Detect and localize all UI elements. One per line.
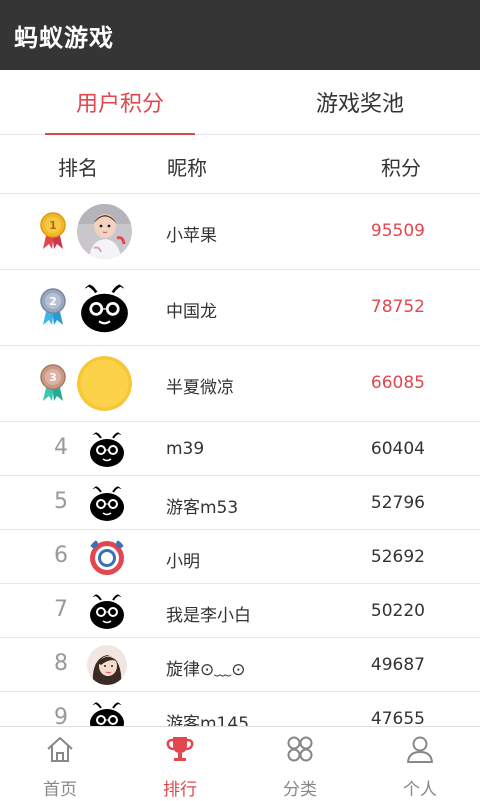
gold-medal-icon: 1 bbox=[40, 212, 66, 249]
nav-ranking[interactable]: 排行 bbox=[120, 727, 240, 801]
avatar bbox=[77, 204, 132, 259]
leaderboard-row[interactable]: 5 游客m53 52796 bbox=[0, 476, 480, 530]
score-value: 47655 bbox=[370, 709, 425, 726]
medal-rank-label: 3 bbox=[49, 371, 57, 384]
medal-rank-label: 2 bbox=[49, 295, 57, 308]
nickname-column-header: 昵称 bbox=[167, 156, 207, 180]
nickname: 小明 bbox=[166, 552, 200, 572]
person-icon bbox=[407, 736, 433, 763]
avatar bbox=[87, 537, 127, 577]
score-value: 49687 bbox=[370, 655, 425, 675]
nickname: m39 bbox=[166, 439, 205, 459]
rank-number: 9 bbox=[54, 705, 68, 726]
score-value: 66085 bbox=[370, 373, 425, 393]
nickname: 游客m53 bbox=[166, 498, 239, 518]
leaderboard-row[interactable]: 1 小苹果 95509 bbox=[0, 194, 480, 270]
tab-game-pool[interactable]: 游戏奖池 bbox=[240, 70, 480, 134]
nickname: 旋律⊙﹏⊙ bbox=[166, 660, 246, 680]
score-column-header: 积分 bbox=[381, 156, 421, 180]
leaderboard-row[interactable]: 9 游客m145 47655 bbox=[0, 692, 480, 726]
score-value: 95509 bbox=[370, 221, 425, 241]
rank-number: 6 bbox=[54, 543, 68, 568]
column-header: 排名 昵称 积分 bbox=[0, 135, 480, 194]
home-icon bbox=[47, 737, 73, 762]
nickname: 游客m145 bbox=[166, 714, 250, 726]
nickname: 半夏微凉 bbox=[166, 378, 234, 398]
leaderboard-row[interactable]: 4 m39 60404 bbox=[0, 422, 480, 476]
avatar bbox=[87, 429, 127, 469]
score-value: 60404 bbox=[370, 439, 425, 459]
bottom-navigation: 首页 排行 分类 个人 bbox=[0, 726, 480, 801]
tab-bar: 用户积分 游戏奖池 bbox=[0, 70, 480, 135]
nav-profile-label: 个人 bbox=[403, 780, 437, 800]
nickname: 中国龙 bbox=[166, 302, 217, 322]
rank-number: 7 bbox=[54, 597, 68, 622]
score-value: 50220 bbox=[370, 601, 425, 621]
nav-profile[interactable]: 个人 bbox=[360, 727, 480, 801]
leaderboard-row[interactable]: 2 中国龙 78752 bbox=[0, 270, 480, 346]
app-title: 蚂蚁游戏 bbox=[14, 23, 114, 52]
avatar bbox=[87, 645, 127, 685]
leaderboard-row[interactable]: 8 旋律⊙﹏⊙ 49687 bbox=[0, 638, 480, 692]
tab-user-points[interactable]: 用户积分 bbox=[0, 70, 240, 135]
nav-category[interactable]: 分类 bbox=[240, 727, 360, 801]
nav-category-label: 分类 bbox=[283, 780, 317, 800]
leaderboard-row[interactable]: 6 小明 52692 bbox=[0, 530, 480, 584]
rank-number: 5 bbox=[54, 489, 68, 514]
avatar bbox=[77, 356, 132, 411]
bronze-medal-icon: 3 bbox=[40, 364, 66, 401]
nickname: 我是李小白 bbox=[166, 606, 251, 626]
rank-number: 4 bbox=[54, 435, 68, 460]
category-icon bbox=[287, 736, 313, 762]
leaderboard-row[interactable]: 3 半夏微凉 66085 bbox=[0, 346, 480, 422]
score-value: 78752 bbox=[370, 297, 425, 317]
avatar bbox=[87, 699, 127, 726]
leaderboard-list[interactable]: 1 小苹果 95509 2 中国龙 78752 3 半夏微凉 66085 4 m… bbox=[0, 194, 480, 726]
nav-ranking-label: 排行 bbox=[163, 780, 197, 800]
silver-medal-icon: 2 bbox=[40, 288, 66, 325]
trophy-icon bbox=[166, 737, 194, 761]
medal-rank-label: 1 bbox=[49, 219, 57, 232]
avatar bbox=[87, 591, 127, 631]
nickname: 小苹果 bbox=[166, 226, 217, 246]
score-value: 52692 bbox=[370, 547, 425, 567]
score-value: 52796 bbox=[370, 493, 425, 513]
leaderboard-row[interactable]: 7 我是李小白 50220 bbox=[0, 584, 480, 638]
avatar bbox=[77, 280, 132, 335]
rank-column-header: 排名 bbox=[58, 156, 98, 180]
app-header: 蚂蚁游戏 bbox=[0, 0, 480, 70]
nav-home[interactable]: 首页 bbox=[0, 727, 120, 801]
nav-home-label: 首页 bbox=[43, 780, 77, 800]
rank-number: 8 bbox=[54, 651, 68, 676]
avatar bbox=[87, 483, 127, 523]
